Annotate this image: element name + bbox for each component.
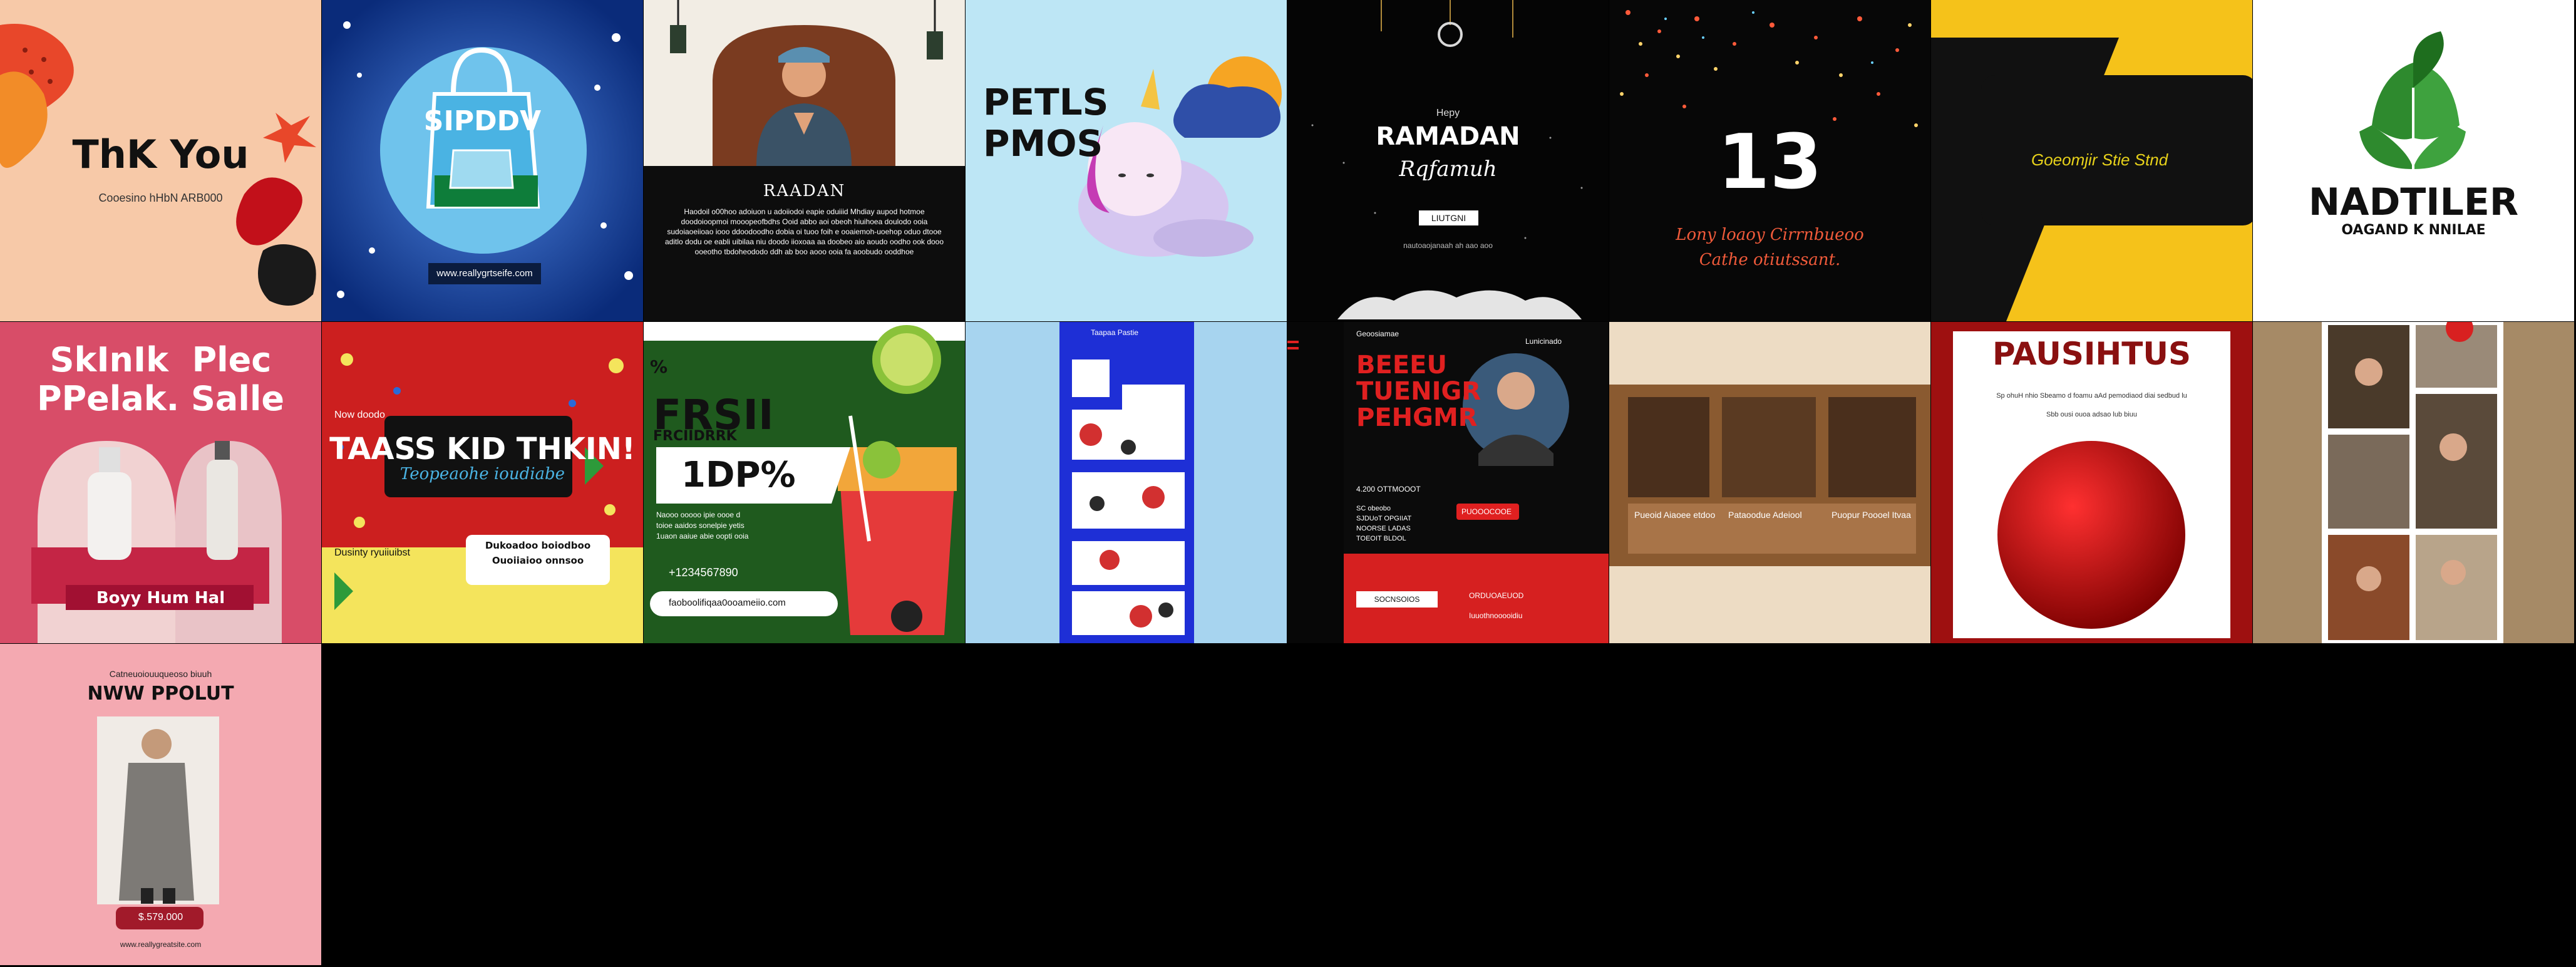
tile-ramadan-prayer[interactable]: RAADAN Haodoil o00hoo adoiuon u adoiiodo… <box>644 0 965 321</box>
tile-subtitle: Cooesino hHbN ARB000 <box>98 192 223 204</box>
tile-line: Sp ohuH nhio Sbeamo d foamu aAd pemodiao… <box>1996 392 2187 400</box>
tile-thank-you[interactable]: ThK You Cooesino hHbN ARB000 <box>0 0 321 321</box>
tile-panel-title: Taapaa Pastie <box>1091 328 1139 337</box>
tile-subtitle: FRCIIDRRK <box>653 428 737 444</box>
tile-ramadan-night[interactable]: Hepy RAMADAN Rqfamuh LIUTGNI nautoaojana… <box>1287 0 1609 321</box>
tile-site: www.reallygreatsite.com <box>120 940 202 949</box>
tile-kicker: Hepy <box>1436 108 1460 118</box>
tile-small: nautoaojanaah ah aao aoo <box>1403 241 1493 250</box>
tile-logo: Geoosiamae <box>1356 329 1399 338</box>
tile-big: 1DP% <box>681 455 796 495</box>
tile-title: ThK You <box>72 132 249 177</box>
infographic-panel <box>1059 322 1194 643</box>
tile-red-ball[interactable]: PAUSIHTUS Sp ohuH nhio Sbeamo d foamu aA… <box>1931 322 2252 643</box>
tile-pets-promo[interactable]: PETLS PMOS <box>966 0 1287 321</box>
tile-leaf-brand[interactable]: NADTILER OAGAND K NNILAE <box>2253 0 2574 321</box>
tile-subtitle: OAGAND K NNILAE <box>2341 222 2486 238</box>
tile-business-webinar[interactable]: Geoosiamae Lunicinado BEEEU TUENIGR PEHG… <box>1287 322 1609 643</box>
tile-line1: Lony loaoy Cirrnbueoo <box>1676 225 1864 244</box>
tile-price: PUOOOCOOE <box>1461 507 1512 516</box>
leaf-logo-icon <box>2359 31 2466 172</box>
tile-items: SC obeobo SJDUoT OPGIIAT NOORSE LADAS TO… <box>1356 505 1412 542</box>
tile-new-product[interactable]: Catneuoiouuqueoso biuuh NWW PPOLUT $.579… <box>0 644 321 965</box>
tile-title: PAUSIHTUS <box>1992 336 2191 372</box>
tile-sepia-gallery[interactable]: Pueoid Aiaoee etdoo Pataoodue Adeiool Pu… <box>1609 322 1930 643</box>
tile-lines: Naooo ooooo ipie oooe d toioe aaidos son… <box>656 510 749 540</box>
tile-kids-event[interactable]: Now doodo TAASS KID THKIN! Teopeaohe iou… <box>322 322 643 643</box>
tile-title: NWW PPOLUT <box>87 683 234 705</box>
tile-cta2: ORDUOAEUOD <box>1469 591 1524 600</box>
tile-title: SIPDDV <box>423 105 542 137</box>
tile-body: Haodoil o00hoo adoiuon u adoiiodoi eapie… <box>664 207 944 256</box>
tile-title: RAADAN <box>763 182 846 200</box>
collage-photos <box>2322 322 2503 643</box>
tile-date: 4.200 OTTMOOOT <box>1356 485 1421 494</box>
tile-tag: % <box>650 356 668 377</box>
tile-fresh-drink[interactable]: % FRSII FRCIIDRRK 1DP% Naooo ooooo ipie … <box>644 322 965 643</box>
tile-shop-bag[interactable]: SIPDDV www.reallygrtseife.com <box>322 0 643 321</box>
tile-title: SkInIk Plec PPelak. Salle <box>37 340 284 418</box>
tile-header: Now doodo <box>334 410 385 420</box>
tile-badge: Dukoadoo boiodboo Ouoiiaioo onnsoo <box>485 540 591 566</box>
tile-yellow-card[interactable]: Goeomjir Stie Stnd <box>1931 0 2252 321</box>
tile-photo-collage[interactable] <box>2253 322 2574 643</box>
tile-foot: Iuuothnooooidiu <box>1469 611 1523 620</box>
tile-footer: Dusinty ryuiiuibst <box>334 547 410 558</box>
tile-anniversary-13[interactable]: 13 Lony loaoy Cirrnbueoo Cathe otiutssan… <box>1609 0 1930 321</box>
tile-title: TAASS KID THKIN! <box>329 432 636 467</box>
tile-phone: +1234567890 <box>669 566 738 579</box>
tile-caption: Pataoodue Adeiool <box>1728 510 1802 520</box>
moon-icon <box>1438 22 1463 47</box>
tile-tag: Lunicinado <box>1525 337 1562 346</box>
tile-script: Teopeaohe ioudiabe <box>399 465 565 484</box>
sepia-photos <box>1609 385 1930 566</box>
tile-site: faoboolifiqaa0ooameiio.com <box>669 597 786 608</box>
tile-caption: Pueoid Aiaoee etdoo <box>1634 510 1716 520</box>
tile-skincare-sale[interactable]: SkInIk Plec PPelak. Salle Boyy Hum Hal <box>0 322 321 643</box>
tile-price: $.579.000 <box>138 912 183 923</box>
tile-infographic[interactable]: Taapaa Pastie <box>966 322 1287 643</box>
tile-footer: Boyy Hum Hal <box>96 589 225 608</box>
tile-kicker: Catneuoiouuqueoso biuuh <box>109 669 212 679</box>
tile-footer: www.reallygrtseife.com <box>428 263 541 284</box>
tile-title: BEEEU TUENIGR PEHGMR <box>1356 351 1481 432</box>
tile-cta-button[interactable]: SOCNSOIOS <box>1356 591 1438 608</box>
tile-title: 13 <box>1718 119 1822 206</box>
tile-title: Goeomjir Stie Stnd <box>2031 150 2168 169</box>
tile-title: RAMADAN <box>1376 122 1520 151</box>
tile-script: Rqfamuh <box>1399 157 1497 182</box>
tile-title: PETLS PMOS <box>983 81 1109 165</box>
tile-line2: Sbb ousi ouoa adsao lub biuu <box>2046 411 2137 418</box>
mosque-arch-illustration <box>644 0 965 166</box>
tile-line2: Cathe otiutssant. <box>1699 251 1841 269</box>
tile-button[interactable]: LIUTGNI <box>1419 210 1478 225</box>
tile-title: NADTILER <box>2308 180 2519 224</box>
tile-caption: Puopur Poooel Itvaa <box>1832 510 1911 520</box>
